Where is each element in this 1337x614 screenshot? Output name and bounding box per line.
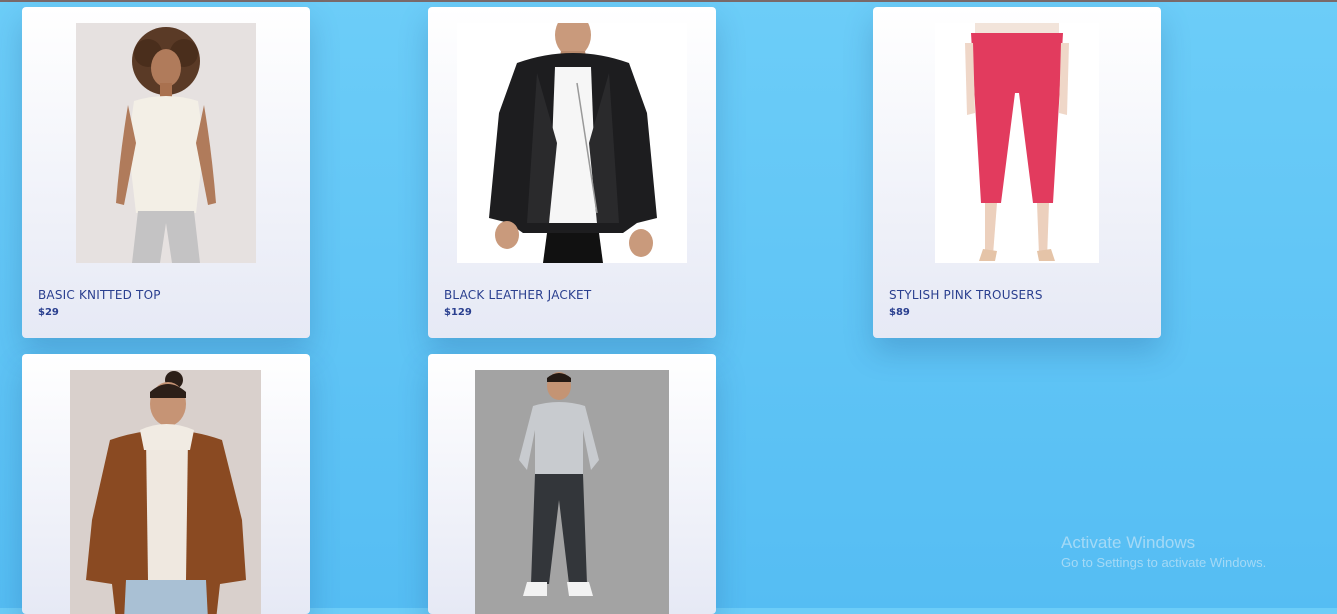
product-price: $129 [444, 307, 472, 318]
windows-activation-watermark: Activate Windows Go to Settings to activ… [1061, 533, 1266, 570]
window-top-border [0, 0, 1337, 2]
product-image[interactable] [475, 370, 669, 614]
product-price: $89 [889, 307, 910, 318]
watermark-title: Activate Windows [1061, 533, 1196, 552]
product-image[interactable] [70, 370, 261, 614]
product-image[interactable] [76, 23, 256, 263]
product-card[interactable]: BLACK LEATHER JACKET $129 [428, 7, 716, 338]
product-title[interactable]: BLACK LEATHER JACKET [444, 288, 591, 302]
product-card[interactable] [428, 354, 716, 614]
watermark-subtitle: Go to Settings to activate Windows. [1061, 555, 1267, 570]
product-image[interactable] [935, 23, 1099, 263]
product-title[interactable]: STYLISH PINK TROUSERS [889, 288, 1043, 302]
product-price: $29 [38, 307, 59, 318]
product-image[interactable] [457, 23, 687, 263]
product-card[interactable] [22, 354, 310, 614]
product-card[interactable]: STYLISH PINK TROUSERS $89 [873, 7, 1161, 338]
product-card[interactable]: BASIC KNITTED TOP $29 [22, 7, 310, 338]
product-title[interactable]: BASIC KNITTED TOP [38, 288, 161, 302]
